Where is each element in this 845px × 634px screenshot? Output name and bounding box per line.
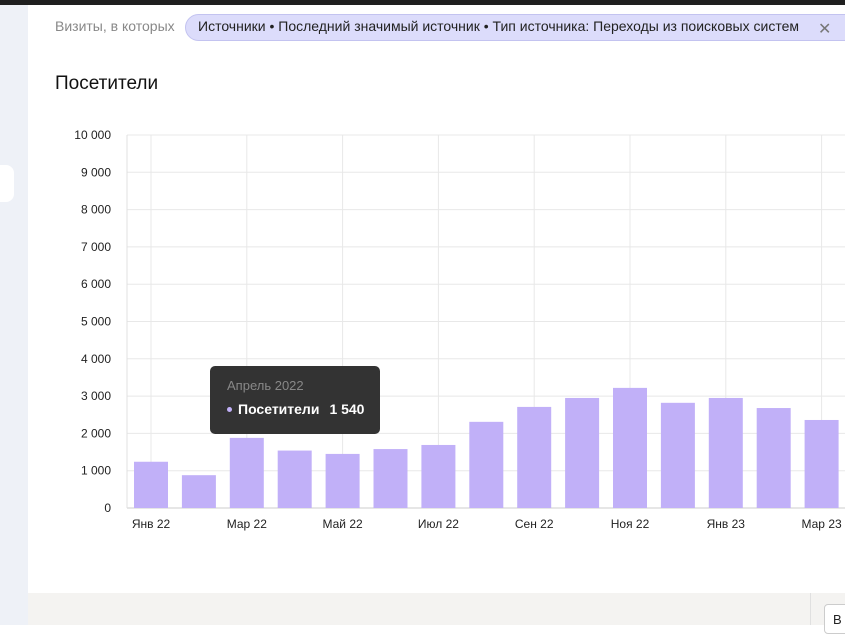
y-tick-label: 6 000 [81, 277, 111, 291]
bar [660, 402, 695, 508]
bar [613, 387, 647, 508]
bar [517, 406, 552, 508]
x-tick-label: Янв 22 [132, 517, 171, 531]
y-tick-label: 2 000 [81, 426, 111, 440]
y-tick-label: 10 000 [74, 128, 111, 142]
bar [708, 397, 743, 508]
bar-chart: 0 1 000 2 000 3 000 4 000 5 000 6 000 7 000 8 00… [74, 128, 845, 531]
y-tick-label: 5 000 [81, 315, 111, 329]
y-tick-label: 4 000 [81, 352, 111, 366]
chart-tooltip: Апрель 2022 Посетители 1 540 [210, 366, 380, 434]
bar [373, 449, 408, 508]
series-dot-icon [227, 406, 232, 412]
x-tick-label: Ноя 22 [611, 517, 650, 531]
bar [277, 450, 312, 508]
bar [325, 453, 360, 508]
y-tick-label: 8 000 [81, 203, 111, 217]
footer-button[interactable]: В [824, 604, 845, 634]
bar [469, 421, 504, 508]
y-tick-label: 9 000 [81, 165, 111, 179]
x-tick-label: Янв 23 [707, 517, 746, 531]
bar [229, 437, 264, 508]
x-tick-label: Май 22 [322, 517, 363, 531]
divider [810, 593, 811, 625]
footer-bar: В [28, 593, 845, 634]
x-tick-label: Сен 22 [515, 517, 554, 531]
bar [756, 408, 791, 508]
x-tick-label: Мар 23 [802, 517, 842, 531]
y-tick-label: 0 [104, 501, 111, 515]
y-tick-label: 3 000 [81, 389, 111, 403]
bar [565, 397, 600, 508]
bar [134, 461, 168, 508]
bar [804, 419, 839, 508]
tooltip-date: Апрель 2022 [227, 378, 304, 393]
x-tick-label: Мар 22 [227, 517, 267, 531]
bar [181, 475, 216, 508]
bar [421, 444, 456, 508]
x-tick-label: Июл 22 [418, 517, 459, 531]
tooltip-value: 1 540 [329, 401, 365, 417]
y-tick-label: 1 000 [81, 464, 111, 478]
tooltip-series: Посетители [238, 401, 320, 417]
y-tick-label: 7 000 [81, 240, 111, 254]
